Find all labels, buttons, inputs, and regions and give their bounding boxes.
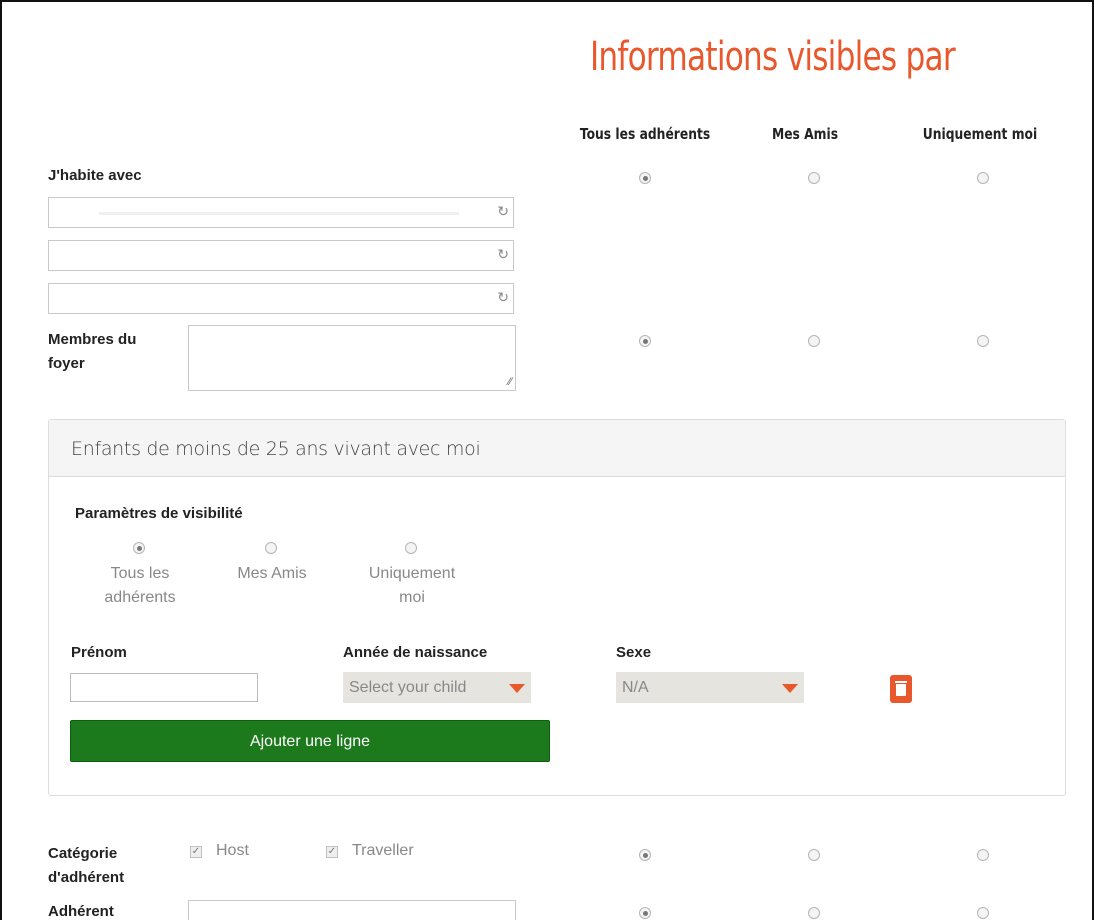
adherent-label: Adhérent — [48, 903, 114, 920]
refresh-icon[interactable]: ↻ — [497, 203, 509, 220]
page-title: Informations visibles par — [590, 34, 956, 80]
prenom-header: Prénom — [71, 644, 127, 661]
adherent-radio-tous[interactable] — [639, 907, 651, 919]
trash-icon[interactable] — [890, 675, 912, 703]
annee-select-value: Select your child — [349, 679, 467, 696]
column-header-tous: Tous les adhérents — [579, 125, 711, 143]
adherent-radio-amis[interactable] — [808, 907, 820, 919]
habite-input-3[interactable]: ↻ — [48, 283, 514, 314]
foyer-label-line1: Membres du — [48, 331, 137, 348]
resize-handle-icon[interactable]: ∕∕ — [508, 376, 512, 388]
enfants-panel-header: Enfants de moins de 25 ans vivant avec m… — [49, 420, 1065, 477]
visibility-label: Paramètres de visibilité — [75, 505, 243, 522]
traveller-label: Traveller — [352, 842, 414, 859]
categorie-radio-moi[interactable] — [977, 849, 989, 861]
habite-radio-tous[interactable] — [639, 172, 651, 184]
chevron-down-icon — [782, 684, 798, 693]
categorie-radio-amis[interactable] — [808, 849, 820, 861]
habite-input-2[interactable]: ↻ — [48, 240, 514, 271]
habite-radio-moi[interactable] — [977, 172, 989, 184]
habite-input-1[interactable]: ↻ — [48, 197, 514, 228]
refresh-icon[interactable]: ↻ — [497, 289, 509, 306]
add-line-button[interactable]: Ajouter une ligne — [70, 720, 550, 762]
child-visibility-label-moi-2: moi — [399, 589, 425, 606]
child-visibility-label-tous-2: adhérents — [104, 589, 176, 606]
sexe-header: Sexe — [616, 644, 652, 661]
prenom-input[interactable] — [70, 673, 258, 702]
habite-radio-amis[interactable] — [808, 172, 820, 184]
sexe-select[interactable]: N/A — [616, 672, 804, 703]
categorie-label-line1: Catégorie — [48, 845, 118, 862]
column-header-moi: Uniquement moi — [922, 125, 1038, 143]
child-visibility-radio-amis[interactable] — [265, 542, 277, 554]
host-label: Host — [216, 842, 249, 859]
chevron-down-icon — [509, 684, 525, 693]
host-checkbox[interactable]: ✓ — [190, 846, 202, 858]
child-visibility-label-amis: Mes Amis — [237, 565, 307, 582]
column-header-amis: Mes Amis — [771, 125, 839, 143]
adherent-radio-moi[interactable] — [977, 907, 989, 919]
habite-label: J'habite avec — [48, 167, 142, 184]
refresh-icon[interactable]: ↻ — [497, 246, 509, 263]
foyer-radio-tous[interactable] — [639, 335, 651, 347]
child-visibility-label-moi-1: Uniquement — [368, 565, 456, 582]
redacted-value — [99, 212, 459, 215]
categorie-label-line2: d'adhérent — [48, 869, 125, 886]
foyer-textarea[interactable]: ∕∕ — [188, 325, 516, 391]
enfants-panel-title: Enfants de moins de 25 ans vivant avec m… — [71, 438, 481, 460]
categorie-radio-tous[interactable] — [639, 849, 651, 861]
adherent-input[interactable] — [188, 900, 516, 920]
foyer-radio-moi[interactable] — [977, 335, 989, 347]
annee-header: Année de naissance — [343, 644, 488, 661]
foyer-radio-amis[interactable] — [808, 335, 820, 347]
child-visibility-radio-tous[interactable] — [133, 542, 145, 554]
child-visibility-label-tous-1: Tous les — [110, 565, 170, 582]
annee-select[interactable]: Select your child — [343, 672, 531, 703]
sexe-select-value: N/A — [622, 679, 649, 696]
foyer-label-line2: foyer — [48, 355, 85, 372]
traveller-checkbox[interactable]: ✓ — [326, 846, 338, 858]
child-visibility-radio-moi[interactable] — [405, 542, 417, 554]
